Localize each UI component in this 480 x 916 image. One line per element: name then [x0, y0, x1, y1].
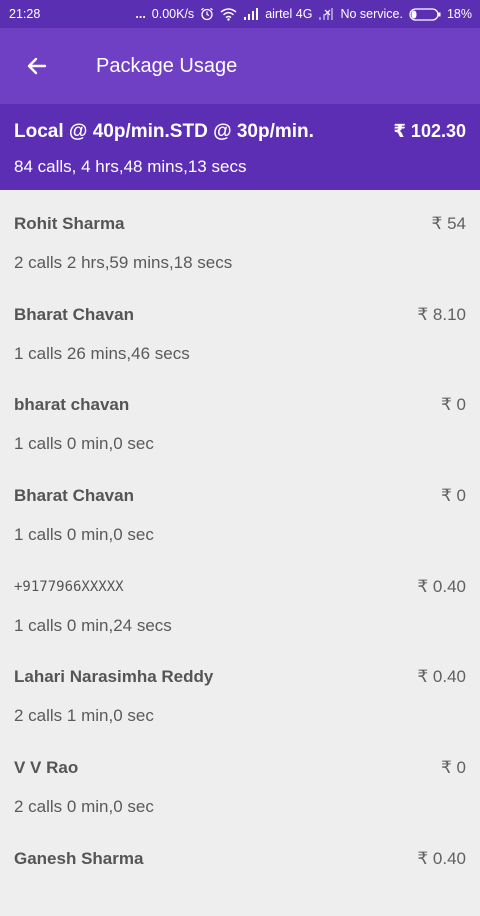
call-detail: 1 calls 0 min,24 secs	[14, 615, 172, 635]
call-cost: ₹ 0	[441, 758, 466, 778]
battery-icon	[409, 7, 441, 21]
contact-name: Lahari Narasimha Reddy	[14, 667, 214, 687]
contact-name: V V Rao	[14, 758, 79, 778]
list-item[interactable]: Bharat Chavan ₹ 8.10 1 calls 26 mins,46 se…	[0, 281, 480, 372]
call-detail: 1 calls 0 min,0 sec	[14, 434, 154, 454]
call-cost: ₹ 0	[441, 486, 466, 506]
call-detail: 2 calls 1 min,0 sec	[14, 706, 154, 726]
list-item[interactable]: V V Rao ₹ 0 2 calls 0 min,0 sec	[0, 734, 480, 825]
alarm-icon	[200, 7, 214, 21]
list-item[interactable]: Bharat Chavan ₹ 0 1 calls 0 min,0 sec	[0, 462, 480, 553]
status-time: 21:28	[9, 7, 41, 21]
package-detail: 84 calls, 4 hrs,48 mins,13 secs	[14, 157, 247, 176]
call-detail: 1 calls 26 mins,46 secs	[14, 343, 190, 363]
contact-name: Rohit Sharma	[14, 214, 125, 233]
package-summary: Local @ 40p/min.STD @ 30p/min. ₹ 102.30 …	[0, 104, 480, 190]
package-amount: ₹ 102.30	[393, 121, 466, 141]
contact-name: Bharat Chavan	[14, 304, 134, 324]
call-cost: ₹ 0	[441, 395, 466, 415]
list-item[interactable]: Rohit Sharma ₹ 54 2 calls 2 hrs,59 mins,18…	[0, 190, 480, 281]
status-right: ... 0.00K/s airtel 4G No service. 18%	[135, 7, 472, 21]
carrier-name: airtel 4G	[265, 7, 313, 21]
list-item[interactable]: Lahari Narasimha Reddy ₹ 0.40 2 calls 1 mi…	[0, 643, 480, 734]
list-item[interactable]: +9177966XXXXX ₹ 0.40 1 calls 0 min,24 secs	[0, 553, 480, 644]
list-item[interactable]: Ganesh Sharma ₹ 0.40	[0, 825, 480, 916]
call-cost: ₹ 0.40	[417, 667, 466, 687]
status-dots: ...	[135, 7, 146, 21]
battery-level: 18%	[446, 7, 472, 21]
wifi-icon	[220, 7, 237, 21]
call-cost: ₹ 54	[431, 214, 466, 233]
call-detail: 1 calls 0 min,0 sec	[14, 525, 154, 545]
list-item[interactable]: bharat chavan ₹ 0 1 calls 0 min,0 sec	[0, 371, 480, 462]
no-signal-icon	[318, 8, 334, 20]
status-bar: 21:28 ... 0.00K/s airtel 4G No service. …	[0, 0, 480, 28]
contact-name: Ganesh Sharma	[14, 848, 144, 868]
contact-name: +9177966XXXXX	[14, 578, 124, 595]
call-detail: 2 calls 0 min,0 sec	[14, 797, 154, 817]
call-cost: ₹ 0.40	[417, 848, 466, 868]
back-button[interactable]	[0, 28, 74, 104]
call-cost: ₹ 0.40	[417, 576, 466, 596]
arrow-back-icon	[27, 57, 47, 75]
contact-name: bharat chavan	[14, 395, 130, 415]
app-bar: Package Usage	[0, 28, 480, 104]
service-status: No service.	[340, 7, 403, 21]
signal-icon	[243, 8, 259, 20]
call-detail: 2 calls 2 hrs,59 mins,18 secs	[14, 253, 233, 272]
network-speed: 0.00K/s	[151, 7, 195, 21]
page-title: Package Usage	[96, 54, 238, 77]
package-name: Local @ 40p/min.STD @ 30p/min.	[14, 121, 314, 142]
contact-name: Bharat Chavan	[14, 486, 134, 506]
call-list: Rohit Sharma ₹ 54 2 calls 2 hrs,59 mins,18…	[0, 190, 480, 916]
call-cost: ₹ 8.10	[417, 304, 466, 324]
